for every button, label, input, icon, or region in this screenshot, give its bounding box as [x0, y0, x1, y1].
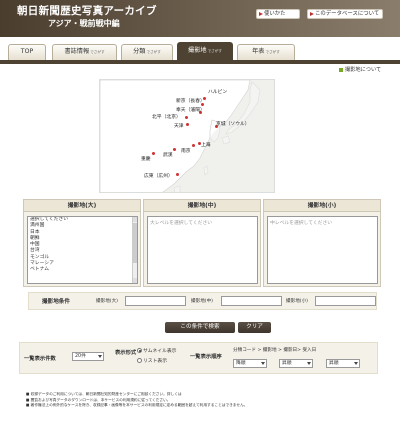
- sort-order-select-1[interactable]: 降順: [233, 359, 267, 368]
- thumbnail-radio[interactable]: サムネイル表示: [137, 347, 176, 354]
- site-header: 朝日新聞歴史写真アーカイブ アジア・戦前戦中編 使いかた このデータベースについ…: [0, 0, 400, 37]
- medium-condition-input[interactable]: [221, 296, 282, 306]
- sort-order-select-2[interactable]: 昇順: [279, 359, 313, 368]
- city-label-nanjing[interactable]: 南京: [181, 147, 191, 154]
- conditions-label: 撮影地条件: [42, 299, 70, 305]
- city-marker[interactable]: [192, 144, 195, 147]
- footer-notes: ■ 収録データのご利用については、朝日新聞社知的財産センターにご相談ください。詳…: [26, 392, 386, 409]
- about-database-button[interactable]: このデータベースについて: [307, 9, 383, 19]
- city-label-keijo[interactable]: 京城（ソウル）: [216, 120, 250, 127]
- city-label-harbin[interactable]: ハルビン: [208, 88, 227, 95]
- scrollbar[interactable]: [132, 217, 137, 283]
- location-small-panel: 撮影地(小) 中レベルを選択してください: [263, 199, 381, 287]
- location-small-title: 撮影地(小): [264, 200, 380, 212]
- sort-label: 一覧表示順序: [190, 354, 222, 360]
- format-label: 表示形式: [115, 350, 137, 356]
- city-marker[interactable]: [186, 123, 189, 126]
- city-label-shanghai[interactable]: 上海: [201, 141, 211, 148]
- note-line: ■ 著作権法上の例外的なケースを除き、収録記事・画像等を本サービスの利用規定に定…: [26, 403, 248, 408]
- location-medium-listbox[interactable]: 大レベルを選択してください: [147, 216, 258, 284]
- location-large-title: 撮影地(大): [24, 200, 140, 212]
- count-label: 一覧表示件数: [24, 356, 56, 362]
- tab-underline: [0, 60, 400, 64]
- sort-order-select-3[interactable]: 昇順: [326, 359, 360, 368]
- scroll-thumb[interactable]: [133, 223, 137, 263]
- scroll-down-icon[interactable]: [133, 278, 137, 283]
- location-small-listbox[interactable]: 中レベルを選択してください: [267, 216, 378, 284]
- city-marker[interactable]: [173, 148, 176, 151]
- location-large-panel: 撮影地(大) 選択してください 満州国 日本 朝鮮 中国 台湾 モンゴル マレー…: [23, 199, 141, 287]
- tab-location[interactable]: 撮影地でさがす: [177, 42, 233, 60]
- tab-top[interactable]: TOP: [8, 44, 46, 60]
- arrow-right-icon: [259, 12, 263, 16]
- small-condition-input[interactable]: [315, 296, 376, 306]
- location-large-listbox[interactable]: 選択してください 満州国 日本 朝鮮 中国 台湾 モンゴル マレーシア ベトナム: [27, 216, 138, 284]
- city-label-fengtian[interactable]: 奉天（瀋陽）: [176, 106, 205, 113]
- listbox-placeholder: 大レベルを選択してください: [150, 221, 213, 226]
- location-map[interactable]: ハルビン 新京（長春） 奉天（瀋陽） 北平（北京） 天津 京城（ソウル） 南京 …: [99, 79, 275, 193]
- city-label-tianjin[interactable]: 天津: [174, 122, 184, 129]
- location-medium-title: 撮影地(中): [144, 200, 260, 212]
- city-label-beiping[interactable]: 北平（北京）: [152, 113, 181, 120]
- tab-bibliographic[interactable]: 書誌情報でさがす: [52, 44, 117, 60]
- city-marker[interactable]: [152, 152, 155, 155]
- site-title[interactable]: 朝日新聞歴史写真アーカイブ: [17, 3, 157, 18]
- bullet-icon: [339, 67, 343, 72]
- display-settings: 一覧表示件数 20件 表示形式 サムネイル表示 リスト表示 一覧表示順序 分類コ…: [19, 342, 378, 374]
- search-button[interactable]: この条件で検索: [165, 322, 235, 333]
- arrow-right-icon: [310, 12, 314, 16]
- city-label-guangdong[interactable]: 広東（広州）: [144, 172, 173, 179]
- small-condition-label: 撮影地(小): [286, 299, 308, 304]
- location-conditions: 撮影地条件 撮影地(大) 撮影地(中) 撮影地(小): [28, 292, 377, 310]
- tab-category[interactable]: 分類でさがす: [121, 44, 173, 60]
- sort-sequence: 分類コード > 撮影地 > 撮影日> 受入日: [233, 348, 317, 353]
- list-radio[interactable]: リスト表示: [137, 357, 167, 364]
- city-label-wuhan[interactable]: 武漢: [163, 151, 173, 158]
- city-marker[interactable]: [185, 116, 188, 119]
- location-medium-panel: 撮影地(中) 大レベルを選択してください: [143, 199, 261, 287]
- clear-button[interactable]: クリア: [238, 322, 271, 333]
- medium-condition-label: 撮影地(中): [191, 299, 213, 304]
- radio-checked-icon: [137, 348, 142, 353]
- usage-button[interactable]: 使いかた: [256, 9, 300, 19]
- scroll-up-icon[interactable]: [133, 217, 137, 222]
- city-label-xinjing[interactable]: 新京（長春）: [176, 97, 205, 104]
- large-condition-input[interactable]: [125, 296, 186, 306]
- listbox-placeholder: 中レベルを選択してください: [270, 221, 333, 226]
- tab-timeline[interactable]: 年表でさがす: [237, 44, 295, 60]
- count-select[interactable]: 20件: [72, 352, 104, 361]
- list-item[interactable]: ベトナム: [28, 267, 137, 273]
- city-marker[interactable]: [176, 173, 179, 176]
- site-subtitle: アジア・戦前戦中編: [48, 18, 120, 28]
- about-location-link[interactable]: 撮影地について: [339, 66, 381, 73]
- large-condition-label: 撮影地(大): [96, 299, 118, 304]
- city-label-chongqing[interactable]: 重慶: [141, 155, 151, 162]
- radio-icon: [137, 358, 142, 363]
